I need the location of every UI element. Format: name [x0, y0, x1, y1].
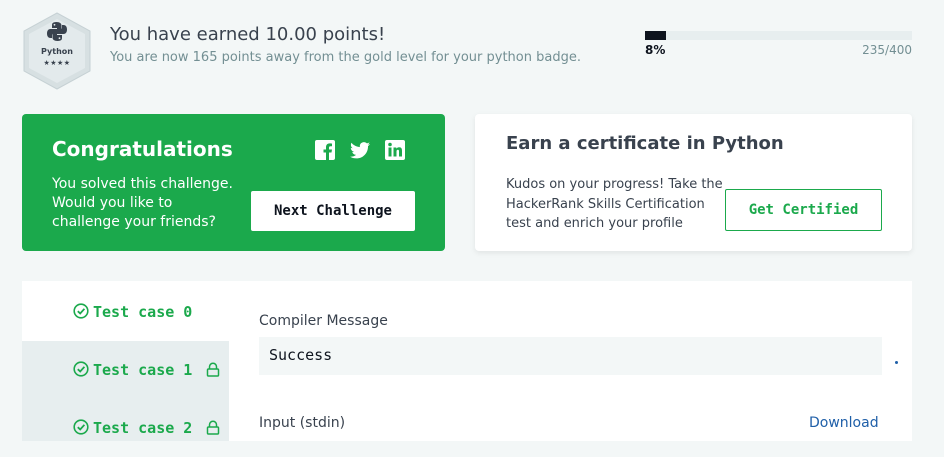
compiler-message-value: Success [269, 346, 333, 364]
compiler-message-box [259, 337, 882, 375]
lock-icon [207, 420, 220, 435]
congratulations-text: You solved this challenge. Would you lik… [52, 176, 233, 230]
download-link[interactable]: Download [809, 415, 879, 431]
certificate-title: Earn a certificate in Python [506, 133, 784, 154]
input-stdin-label: Input (stdin) [259, 415, 346, 431]
scroll-indicator [895, 361, 898, 364]
progress-bar-track [645, 31, 912, 40]
get-certified-button[interactable]: Get Certified [725, 189, 882, 231]
points-earned-title: You have earned 10.00 points! [110, 24, 386, 45]
check-circle-icon [73, 303, 89, 319]
badge-language: Python [41, 47, 73, 56]
facebook-icon[interactable] [314, 139, 336, 161]
twitter-icon[interactable] [349, 139, 371, 161]
next-challenge-button[interactable]: Next Challenge [251, 191, 415, 231]
congratulations-title: Congratulations [52, 137, 233, 161]
compiler-message-label: Compiler Message [259, 313, 388, 329]
progress-bar-fill [645, 31, 666, 40]
test-case-label: Test case 0 [93, 303, 193, 321]
progress-percent: 8% [645, 43, 666, 57]
check-circle-icon [73, 361, 89, 377]
check-circle-icon [73, 419, 89, 435]
test-case-tab-2[interactable]: Test case 2 [22, 399, 229, 457]
lock-icon [207, 362, 220, 377]
certificate-text: Kudos on your progress! Take the HackerR… [506, 177, 723, 231]
points-earned-subtitle: You are now 165 points away from the gol… [110, 50, 581, 65]
linkedin-icon[interactable] [384, 139, 406, 161]
test-case-label: Test case 2 [93, 419, 193, 437]
test-case-tab-0[interactable]: Test case 0 [22, 283, 229, 341]
test-case-tab-1[interactable]: Test case 1 [22, 341, 229, 399]
progress-count: 235/400 [862, 43, 912, 57]
test-case-label: Test case 1 [93, 361, 193, 379]
badge-stars: ★★★★ [43, 59, 71, 67]
